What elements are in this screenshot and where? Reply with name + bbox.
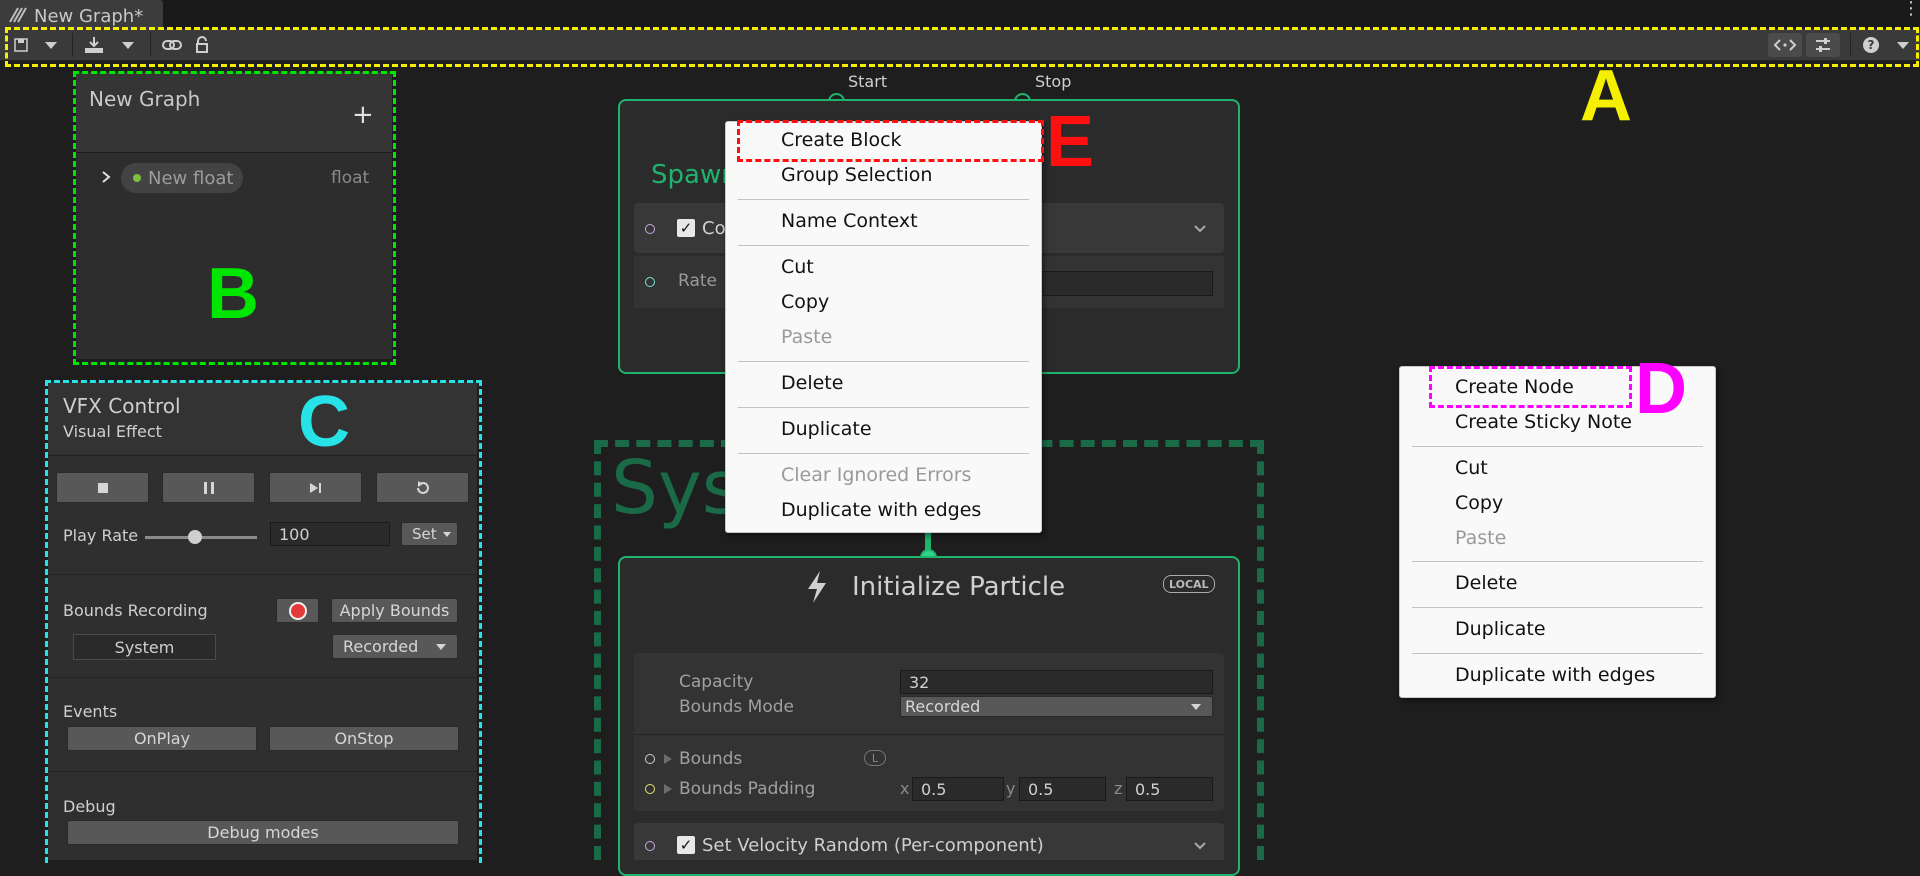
- rate-label: Rate: [678, 271, 717, 291]
- menu-separator: [738, 361, 1029, 362]
- menu-item-paste: Paste: [1455, 527, 1507, 549]
- bounds-mode-label: Bounds Mode: [679, 697, 794, 717]
- menu-separator: [1412, 653, 1703, 654]
- annotation-box-e: [737, 120, 1044, 162]
- menu-item-copy[interactable]: Copy: [1400, 488, 1715, 518]
- chevron-down-icon[interactable]: [1193, 841, 1207, 851]
- padding-x-label: x: [900, 779, 910, 798]
- block-enabled-checkbox[interactable]: ✓: [677, 836, 695, 854]
- padding-z-label: z: [1114, 779, 1123, 798]
- annotation-label-a: A: [1580, 56, 1632, 136]
- menu-item-group-selection[interactable]: Group Selection: [726, 160, 1041, 190]
- bounds-port[interactable]: [645, 754, 655, 764]
- menu-item-duplicate[interactable]: Duplicate: [726, 414, 1041, 444]
- annotation-label-e: E: [1046, 102, 1095, 182]
- menu-item-duplicate-with-edges[interactable]: Duplicate with edges: [726, 495, 1041, 525]
- system-label: Sys: [611, 445, 741, 531]
- menu-item-cut[interactable]: Cut: [726, 252, 1041, 282]
- initialize-context-title: Initialize Particle: [852, 572, 1066, 602]
- block-enabled-checkbox[interactable]: ✓: [677, 219, 695, 237]
- expand-triangle-icon[interactable]: [663, 753, 673, 765]
- menu-separator: [1412, 446, 1703, 447]
- menu-item-copy[interactable]: Copy: [726, 287, 1041, 317]
- menu-item-duplicate[interactable]: Duplicate: [1400, 614, 1715, 644]
- rate-port[interactable]: [645, 277, 655, 287]
- annotation-box-c: [45, 380, 482, 863]
- padding-z-field[interactable]: 0.5: [1126, 777, 1213, 801]
- vfx-graph-icon: [9, 7, 27, 23]
- local-badge: LOCAL: [1163, 575, 1215, 593]
- bounds-mode-dropdown[interactable]: Recorded: [900, 696, 1213, 717]
- expand-triangle-icon[interactable]: [663, 783, 673, 795]
- start-port-label: Start: [848, 72, 888, 91]
- padding-y-field[interactable]: 0.5: [1019, 777, 1106, 801]
- spawn-block-label: Co: [702, 218, 726, 239]
- tab-new-graph[interactable]: New Graph*: [0, 0, 163, 29]
- block-port[interactable]: [645, 841, 655, 851]
- tab-title: New Graph*: [34, 6, 144, 27]
- annotation-label-c: C: [298, 382, 350, 462]
- dropdown-arrow-icon: [1191, 703, 1201, 710]
- menu-item-paste: Paste: [781, 326, 833, 348]
- bounds-padding-port[interactable]: [645, 784, 655, 794]
- menu-separator: [738, 453, 1029, 454]
- lightning-icon: [808, 571, 826, 603]
- menu-separator: [738, 407, 1029, 408]
- block-port[interactable]: [645, 224, 655, 234]
- menu-item-name-context[interactable]: Name Context: [726, 206, 1041, 236]
- bounds-padding-label: Bounds Padding: [679, 779, 816, 799]
- divider: [634, 734, 1224, 735]
- padding-x-field[interactable]: 0.5: [912, 777, 1004, 801]
- menu-separator: [738, 245, 1029, 246]
- menu-separator: [1412, 561, 1703, 562]
- annotation-label-d: D: [1635, 349, 1687, 429]
- menu-item-cut[interactable]: Cut: [1400, 453, 1715, 483]
- annotation-label-b: B: [207, 254, 259, 334]
- stop-port-label: Stop: [1035, 72, 1072, 91]
- padding-y-label: y: [1006, 779, 1016, 798]
- menu-item-clear-ignored-errors: Clear Ignored Errors: [781, 464, 972, 486]
- bounds-label: Bounds: [679, 749, 743, 769]
- annotation-box-d: [1429, 366, 1632, 408]
- tab-strip: [0, 0, 1920, 29]
- menu-item-duplicate-with-edges[interactable]: Duplicate with edges: [1400, 660, 1715, 690]
- menu-item-delete[interactable]: Delete: [1400, 568, 1715, 598]
- rate-field[interactable]: [1030, 271, 1213, 296]
- bounds-local-badge: L: [864, 750, 886, 766]
- context-menu-e: Create Block Group Selection Name Contex…: [725, 121, 1042, 533]
- menu-separator: [738, 199, 1029, 200]
- bounds-mode-value: Recorded: [905, 697, 981, 716]
- capacity-label: Capacity: [679, 672, 754, 692]
- chevron-down-icon[interactable]: [1193, 224, 1207, 234]
- capacity-field[interactable]: 32: [900, 670, 1213, 694]
- set-velocity-label: Set Velocity Random (Per-component): [702, 835, 1044, 856]
- more-options-icon[interactable]: ⋮: [1902, 0, 1920, 18]
- menu-item-delete[interactable]: Delete: [726, 368, 1041, 398]
- menu-separator: [1412, 607, 1703, 608]
